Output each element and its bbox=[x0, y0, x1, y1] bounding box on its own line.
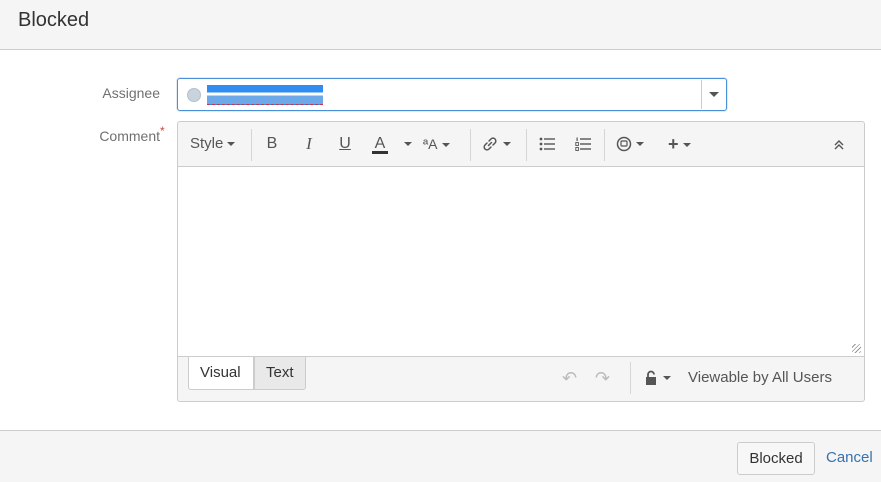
comment-label: Comment bbox=[99, 128, 160, 144]
tab-text[interactable]: Text bbox=[254, 357, 306, 390]
collapse-toolbar-icon bbox=[834, 140, 844, 150]
footer-separator bbox=[630, 362, 631, 394]
emoticon-dropdown[interactable] bbox=[616, 131, 644, 157]
resize-handle-icon[interactable] bbox=[852, 344, 861, 353]
assignee-select[interactable] bbox=[177, 78, 727, 111]
avatar bbox=[187, 88, 201, 102]
link-dropdown[interactable] bbox=[481, 131, 511, 157]
visibility-dropdown[interactable] bbox=[645, 365, 671, 391]
numbered-list-icon bbox=[575, 137, 591, 151]
caret-down-icon bbox=[636, 141, 644, 146]
bullet-list-icon bbox=[539, 137, 555, 151]
required-marker: * bbox=[160, 124, 165, 138]
bold-button[interactable]: B bbox=[264, 131, 280, 157]
insert-plus-icon: + bbox=[668, 134, 679, 154]
bullet-list-button[interactable] bbox=[538, 131, 556, 157]
visibility-label: Viewable by All Users bbox=[688, 369, 832, 386]
format-label: ªA bbox=[423, 136, 438, 152]
comment-textarea[interactable] bbox=[178, 167, 864, 357]
dialog-header: Blocked bbox=[0, 0, 881, 50]
editor-toolbar: Style B I U A ªA + bbox=[178, 122, 864, 167]
unlock-icon bbox=[646, 370, 656, 386]
text-color-dropdown[interactable] bbox=[400, 131, 412, 157]
italic-button[interactable]: I bbox=[301, 131, 317, 157]
caret-down-icon bbox=[682, 143, 691, 148]
assignee-divider bbox=[701, 80, 702, 109]
toolbar-separator bbox=[526, 129, 527, 161]
redo-icon[interactable]: ↷ bbox=[595, 365, 610, 391]
caret-down-icon bbox=[227, 142, 236, 147]
more-formatting-dropdown[interactable]: ªA bbox=[423, 131, 450, 157]
undo-icon[interactable]: ↶ bbox=[562, 365, 577, 391]
caret-down-icon bbox=[404, 141, 412, 146]
toolbar-separator bbox=[470, 129, 471, 161]
chevron-down-icon[interactable] bbox=[709, 92, 719, 97]
underline-button[interactable]: U bbox=[337, 131, 353, 157]
numbered-list-button[interactable] bbox=[574, 131, 592, 157]
style-dropdown[interactable]: Style bbox=[190, 131, 236, 157]
comment-editor: Style B I U A ªA + Visual Text ↶ ↷ Viewa… bbox=[177, 121, 865, 402]
dialog-title: Blocked bbox=[18, 9, 90, 31]
insert-more-dropdown[interactable]: + bbox=[668, 131, 691, 157]
dialog-footer: Blocked Cancel bbox=[0, 430, 881, 482]
link-icon bbox=[483, 137, 497, 151]
emoticon-icon bbox=[616, 136, 632, 152]
caret-down-icon bbox=[663, 376, 671, 381]
toolbar-separator bbox=[251, 129, 252, 161]
caret-down-icon bbox=[503, 141, 511, 146]
assignee-label: Assignee bbox=[102, 85, 160, 101]
style-label: Style bbox=[190, 135, 224, 152]
toolbar-separator bbox=[604, 129, 605, 161]
blocked-submit-button[interactable]: Blocked bbox=[737, 442, 815, 475]
collapse-toolbar-button[interactable] bbox=[833, 131, 845, 157]
cancel-link[interactable]: Cancel bbox=[826, 449, 873, 466]
caret-down-icon bbox=[441, 143, 450, 148]
tab-visual[interactable]: Visual bbox=[188, 357, 254, 390]
assignee-value-redacted bbox=[207, 85, 323, 105]
text-color-swatch bbox=[372, 151, 388, 154]
